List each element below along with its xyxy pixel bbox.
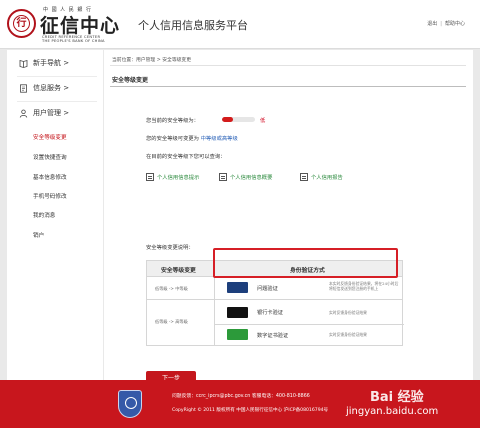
- footer-copyright: CopyRight © 2011 版权所有 中国人民银行征信中心 沪ICP备08…: [172, 408, 329, 413]
- current-level-label: 您当前的安全等级为：: [146, 118, 199, 124]
- help-center-link[interactable]: 帮助中心: [445, 21, 465, 27]
- site-title: 个人信用信息服务平台: [138, 19, 248, 32]
- header-links: 退出 | 帮助中心: [427, 20, 465, 27]
- footer-contact: 问题反馈：ccrc_ipcrs@pbc.gov.cn 客服电话：400-810-…: [172, 394, 310, 399]
- sidebar-group-user-management[interactable]: 用户管理 >: [19, 108, 69, 118]
- query-intro: 在目前的安全等级下您可以查询：: [146, 154, 226, 160]
- sidebar-item-basic-info[interactable]: 基本信息修改: [33, 173, 67, 181]
- current-level-value: 低: [260, 118, 266, 124]
- query-link-credit-report[interactable]: 个人信用报告: [300, 173, 343, 181]
- document-icon: [146, 173, 154, 181]
- book-icon: [19, 59, 28, 68]
- table-cell-method: 银行卡验证: [257, 310, 283, 316]
- table-cell-change: 低等级 -> 高等级: [155, 319, 188, 324]
- security-level-bar: [222, 117, 255, 122]
- sidebar-group-label: 用户管理 >: [33, 109, 70, 117]
- changeable-levels: 中等级或高等级: [200, 136, 238, 142]
- digital-certificate-icon: [227, 329, 248, 340]
- table-intro: 安全等级变更说明：: [146, 245, 194, 251]
- title-divider: [110, 86, 466, 87]
- table-cell-method: 数字证书验证: [257, 333, 289, 339]
- table-cell-note: 本实时反馈身份验证结果，将在24小时后将短信发送到您注册的手机上: [329, 281, 399, 291]
- bank-card-highlight-box: [213, 248, 398, 278]
- bank-card-icon: [227, 307, 248, 318]
- sidebar-item-quick-query[interactable]: 设置快捷查询: [33, 153, 67, 161]
- header-separator: |: [440, 21, 442, 27]
- breadcrumb-divider: [110, 65, 466, 66]
- page-title: 安全等级变更: [112, 77, 149, 84]
- logo-english-line2: THE PEOPLE'S BANK OF CHINA: [42, 39, 105, 43]
- sidebar-item-phone-change[interactable]: 手机号码修改: [33, 192, 67, 200]
- watermark-url: jingyan.baidu.com: [346, 406, 439, 417]
- table-cell-method: 问题验证: [257, 286, 278, 292]
- user-icon: [19, 109, 28, 118]
- main-content: 当前位置：用户管理 > 安全等级变更 安全等级变更 您当前的安全等级为： 低 您…: [104, 50, 473, 386]
- table-header-change: 安全等级变更: [161, 268, 196, 274]
- table-cell-note: 实时反馈身份验证结果: [329, 310, 367, 315]
- row-divider: [147, 299, 402, 300]
- book-icon: [300, 173, 308, 181]
- pbc-seal-logo: 行: [7, 9, 36, 38]
- document-icon: [19, 83, 28, 93]
- table-cell-change: 低等级 -> 中等级: [155, 286, 188, 291]
- sidebar-item-security-level-change[interactable]: 安全等级变更: [33, 133, 67, 141]
- sidebar-item-my-messages[interactable]: 我的消息: [33, 211, 55, 219]
- changeable-level-text: 您的安全等级可变更为 中等级或高等级: [146, 134, 238, 142]
- watermark-top-text: Bai 经验: [370, 390, 424, 405]
- logout-link[interactable]: 退出: [427, 21, 437, 27]
- logo-main-text: 征信中心: [40, 15, 121, 37]
- query-link-label: 个人信用报告: [311, 175, 343, 181]
- query-link-credit-tips[interactable]: 个人信用信息提示: [146, 173, 199, 181]
- query-link-label: 个人信用信息提示: [157, 175, 200, 181]
- sidebar: 新手导航 > 信息服务 > 用户管理 > 安全等级变更 设置快捷查询 基本信息修…: [7, 50, 103, 380]
- changeable-prefix: 您的安全等级可变更为: [146, 136, 199, 142]
- header: 行 中 國 人 民 銀 行 征信中心 CREDIT REFERENCE CENT…: [0, 0, 480, 48]
- security-level-fill: [222, 117, 233, 122]
- sidebar-item-close-account[interactable]: 销户: [33, 231, 44, 239]
- query-link-label: 个人信用信息概要: [230, 175, 273, 181]
- sidebar-divider: [17, 101, 97, 102]
- baidu-jingyan-watermark: Bai 经验 jingyan.baidu.com: [330, 386, 475, 424]
- question-card-icon: [227, 282, 248, 293]
- sidebar-group-label: 信息服务 >: [33, 84, 70, 92]
- sidebar-group-info-service[interactable]: 信息服务 >: [19, 83, 69, 93]
- sidebar-group-label: 新手导航 >: [33, 59, 70, 67]
- credit-center-emblem-icon: [118, 390, 142, 418]
- query-link-credit-summary[interactable]: 个人信用信息概要: [219, 173, 272, 181]
- document-icon: [219, 173, 227, 181]
- sidebar-divider: [17, 76, 97, 77]
- header-divider: [0, 48, 480, 49]
- sidebar-group-newbie-guide[interactable]: 新手导航 >: [19, 58, 69, 68]
- table-cell-note: 实时反馈身份验证结果: [329, 332, 367, 337]
- row-divider: [214, 324, 404, 325]
- breadcrumb: 当前位置：用户管理 > 安全等级变更: [112, 58, 192, 63]
